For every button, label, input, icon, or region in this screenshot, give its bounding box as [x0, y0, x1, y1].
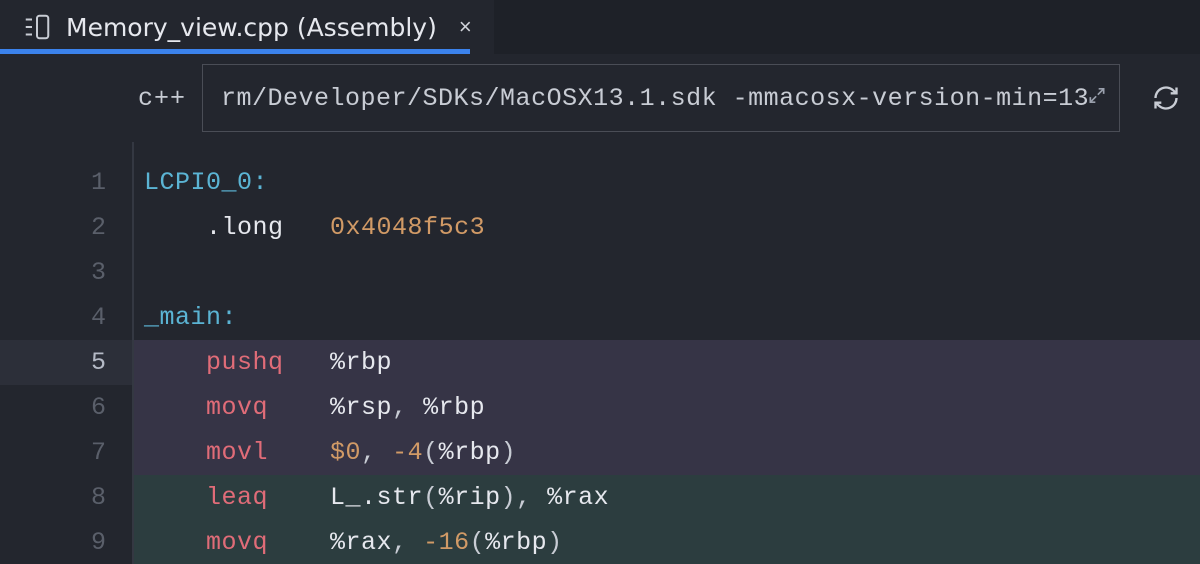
- token-punc: [284, 348, 331, 377]
- gutter-line: 7: [0, 430, 132, 475]
- token-punc: ,: [392, 393, 423, 422]
- active-tab-indicator: [0, 49, 470, 54]
- token-num: -4: [392, 438, 423, 467]
- token-punc: ,: [516, 483, 547, 512]
- line-number: 7: [0, 438, 132, 467]
- line-number: 2: [0, 213, 132, 242]
- code-area[interactable]: LCPI0_0: .long 0x4048f5c3 _main: pushq %r…: [132, 142, 1200, 564]
- language-label: c++: [138, 84, 186, 113]
- token-punc: [268, 438, 330, 467]
- tab-title: Memory_view.cpp (Assembly): [66, 13, 437, 42]
- code-line[interactable]: leaq L_.str(%rip), %rax: [134, 475, 1200, 520]
- token-reg: %rax: [547, 483, 609, 512]
- line-number: 5: [0, 348, 132, 377]
- token-label: _main:: [144, 303, 237, 332]
- token-reg: %rax: [330, 528, 392, 557]
- token-mnem: movl: [206, 438, 268, 467]
- gutter-line: 2: [0, 205, 132, 250]
- token-direct: .long: [206, 213, 284, 242]
- token-reg: %rbp: [485, 528, 547, 557]
- token-mnem: movq: [206, 528, 268, 557]
- go-to-file-icon: [22, 12, 52, 42]
- code-editor[interactable]: 1 2 3 4 5 6 7 8 9 LCPI0_0: .long 0x4048f5c3 _main…: [0, 142, 1200, 564]
- code-line[interactable]: movl $0, -4(%rbp): [134, 430, 1200, 475]
- code-line[interactable]: pushq %rbp: [134, 340, 1200, 385]
- token-punc: [268, 483, 330, 512]
- gutter-line: 3: [0, 250, 132, 295]
- token-punc: [144, 393, 206, 422]
- token-mnem: movq: [206, 393, 268, 422]
- token-punc: [144, 438, 206, 467]
- gutter-line: 6: [0, 385, 132, 430]
- token-reg: %rip: [439, 483, 501, 512]
- tab-assembly-view[interactable]: Memory_view.cpp (Assembly) ×: [0, 0, 494, 54]
- token-punc: [284, 213, 331, 242]
- gutter-line: 5: [0, 340, 132, 385]
- token-punc: ,: [361, 438, 392, 467]
- token-mnem: leaq: [206, 483, 268, 512]
- token-num: $0: [330, 438, 361, 467]
- token-punc: [144, 483, 206, 512]
- token-reg: %rsp: [330, 393, 392, 422]
- close-icon[interactable]: ×: [459, 16, 472, 38]
- expand-icon[interactable]: [1087, 86, 1107, 111]
- code-line[interactable]: movq %rsp, %rbp: [134, 385, 1200, 430]
- token-punc: [144, 348, 206, 377]
- line-number: 8: [0, 483, 132, 512]
- gutter-line: 4: [0, 295, 132, 340]
- code-line[interactable]: .long 0x4048f5c3: [134, 205, 1200, 250]
- gutter-line: 1: [0, 160, 132, 205]
- token-mnem: pushq: [206, 348, 284, 377]
- token-label: LCPI0_0:: [144, 168, 268, 197]
- token-punc: (: [470, 528, 486, 557]
- refresh-button[interactable]: [1136, 64, 1196, 132]
- token-punc: (: [423, 438, 439, 467]
- token-reg: %rbp: [423, 393, 485, 422]
- gutter-line: 8: [0, 475, 132, 520]
- compiler-command-text: rm/Developer/SDKs/MacOSX13.1.sdk -mmacos…: [221, 84, 1089, 113]
- line-number: 4: [0, 303, 132, 332]
- line-number: 6: [0, 393, 132, 422]
- token-num: -16: [423, 528, 470, 557]
- token-punc: [268, 528, 330, 557]
- code-line[interactable]: movq %rax, -16(%rbp): [134, 520, 1200, 564]
- token-punc: [144, 213, 206, 242]
- code-line[interactable]: [134, 250, 1200, 295]
- code-line[interactable]: _main:: [134, 295, 1200, 340]
- token-punc: ): [547, 528, 563, 557]
- gutter-line: 9: [0, 520, 132, 564]
- token-reg: %rbp: [330, 348, 392, 377]
- token-punc: [144, 528, 206, 557]
- token-punc: (: [423, 483, 439, 512]
- line-number: 9: [0, 528, 132, 557]
- line-number-gutter: 1 2 3 4 5 6 7 8 9: [0, 142, 132, 564]
- token-punc: ): [501, 483, 517, 512]
- token-reg: %rbp: [439, 438, 501, 467]
- token-punc: [268, 393, 330, 422]
- line-number: 3: [0, 258, 132, 287]
- line-number: 1: [0, 168, 132, 197]
- code-line[interactable]: LCPI0_0:: [134, 160, 1200, 205]
- token-sym: L_.str: [330, 483, 423, 512]
- compiler-command-input[interactable]: rm/Developer/SDKs/MacOSX13.1.sdk -mmacos…: [202, 64, 1120, 132]
- token-punc: ): [501, 438, 517, 467]
- token-punc: ,: [392, 528, 423, 557]
- compiler-toolbar: c++ rm/Developer/SDKs/MacOSX13.1.sdk -mm…: [0, 54, 1200, 142]
- tab-bar: Memory_view.cpp (Assembly) ×: [0, 0, 1200, 54]
- token-num: 0x4048f5c3: [330, 213, 485, 242]
